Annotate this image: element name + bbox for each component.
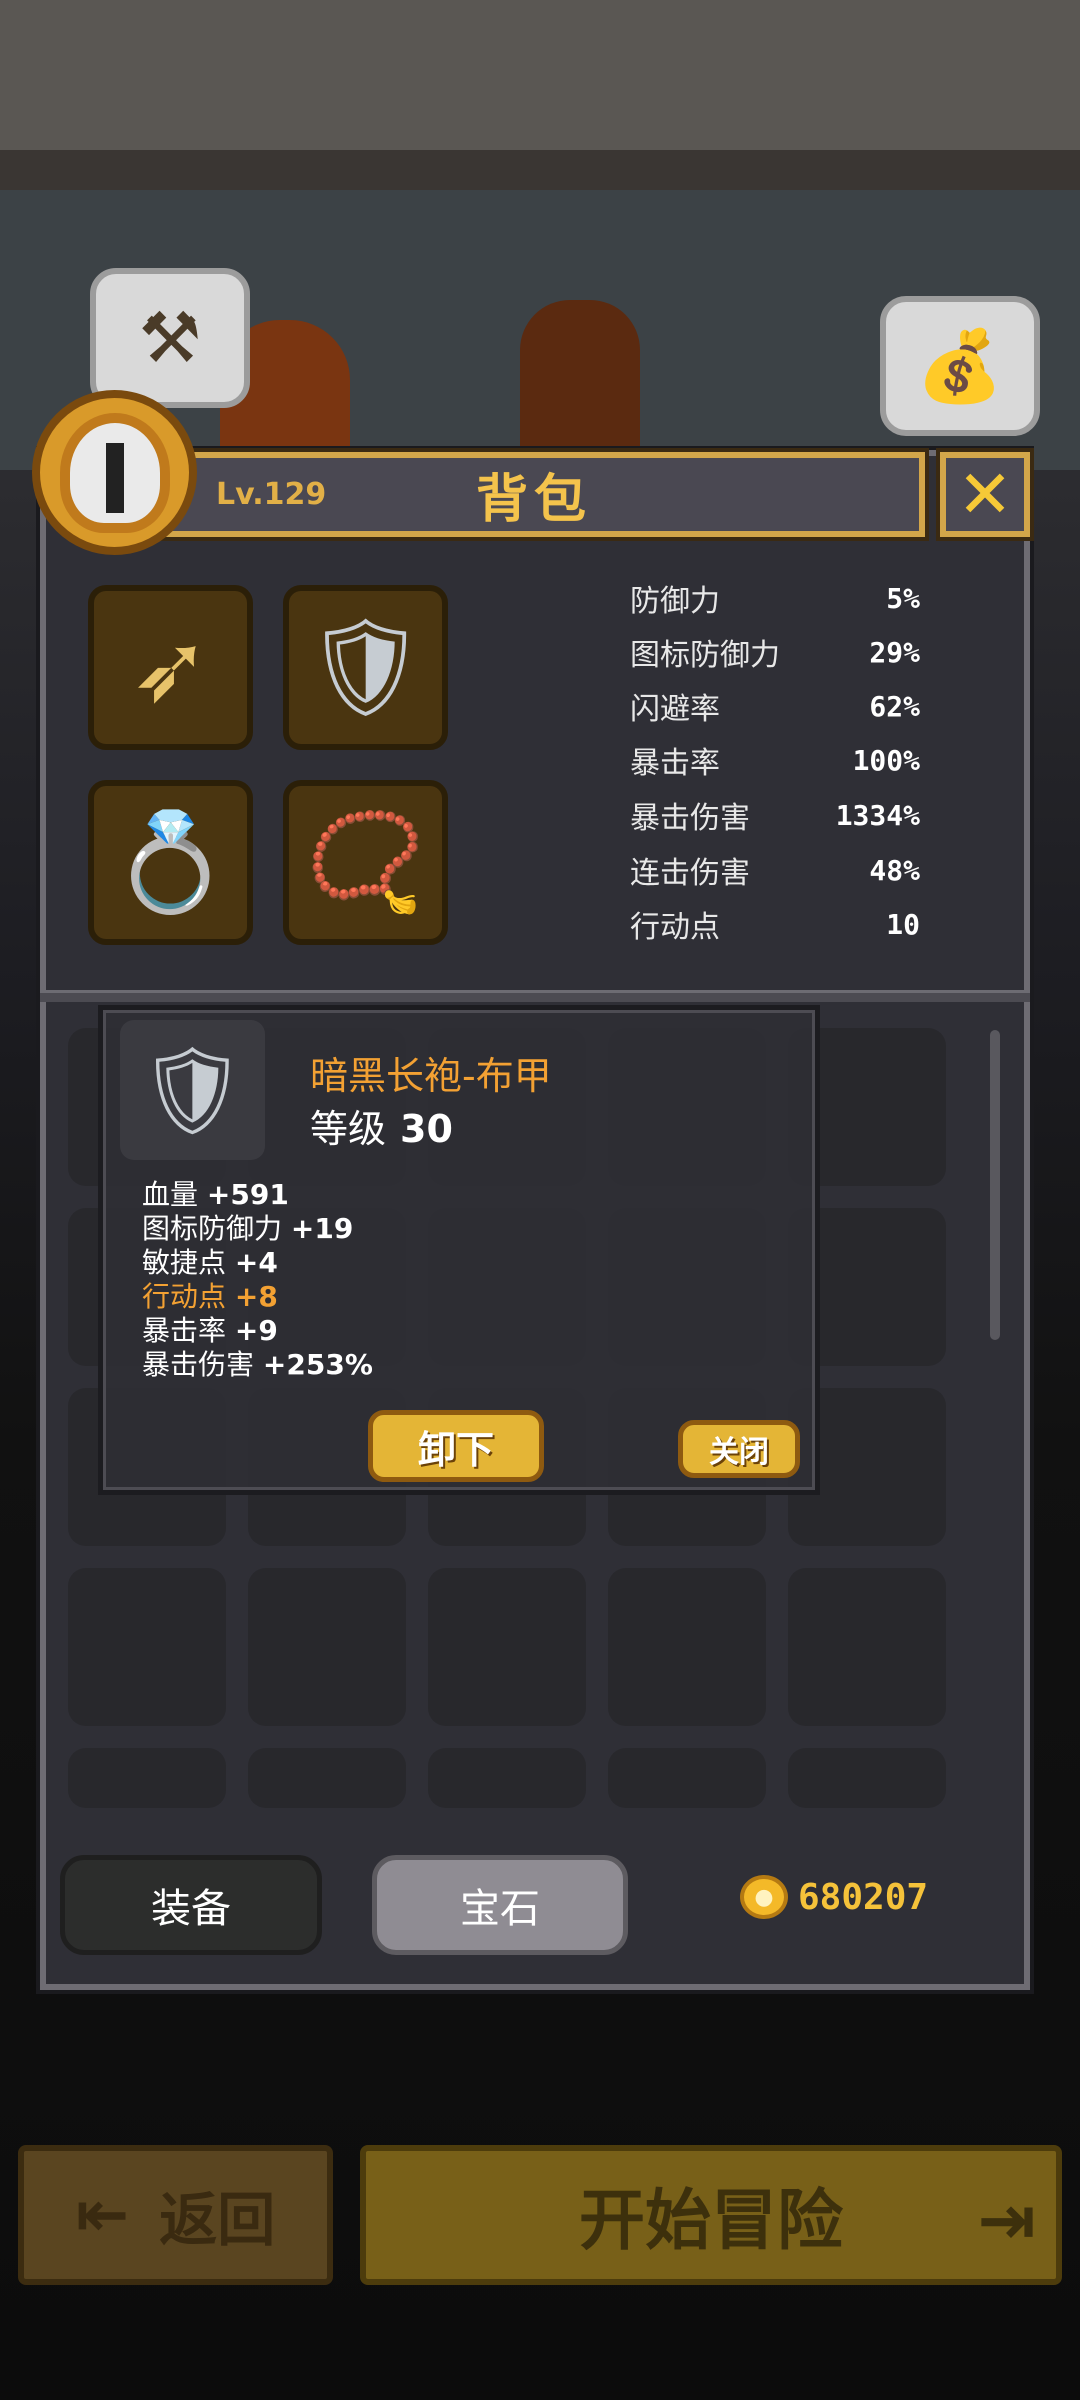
item-attribute: 暴击伤害 +253% xyxy=(142,1348,373,1382)
item-attribute: 图标防御力 +19 xyxy=(142,1212,353,1246)
inventory-slot[interactable] xyxy=(428,1748,586,1808)
stat-row: 防御力 5% xyxy=(630,578,920,620)
stat-value: 62% xyxy=(869,689,920,723)
attribute-value: +253% xyxy=(262,1348,373,1381)
attribute-value: +9 xyxy=(234,1314,278,1347)
close-panel-button[interactable]: ✕ xyxy=(940,452,1030,537)
stat-label: 暴击率 xyxy=(630,746,720,781)
blacksmith-bubble[interactable]: ⚒ xyxy=(90,268,250,408)
stat-value: 5% xyxy=(886,581,920,615)
inventory-slot[interactable] xyxy=(68,1568,226,1726)
stat-value: 29% xyxy=(869,635,920,669)
item-attribute: 血量 +591 xyxy=(142,1178,289,1212)
inventory-scrollbar[interactable] xyxy=(990,1030,1000,1340)
tooltip-close-button[interactable]: 关闭 xyxy=(678,1420,800,1478)
start-adventure-button[interactable]: 开始冒险 ⇥ xyxy=(360,2145,1062,2285)
gold-coin-icon: ● xyxy=(740,1875,788,1919)
back-button[interactable]: ⇤ 返回 xyxy=(18,2145,333,2285)
inventory-slot[interactable] xyxy=(428,1568,586,1726)
ring-slot[interactable]: 💍 xyxy=(88,780,253,945)
stat-label: 连击伤害 xyxy=(630,856,750,891)
item-level-value: 30 xyxy=(400,1107,453,1151)
page-title: 背包 xyxy=(476,470,593,530)
start-label: 开始冒险 xyxy=(579,2182,843,2259)
enter-icon: ⇥ xyxy=(977,2179,1036,2261)
attribute-label: 暴击率 xyxy=(142,1314,227,1347)
stat-value: 1334% xyxy=(835,798,920,832)
roof-beam xyxy=(0,150,1080,190)
shop-bubble[interactable]: 💰 xyxy=(880,296,1040,436)
attribute-value: +8 xyxy=(234,1280,278,1313)
inventory-slot[interactable] xyxy=(608,1748,766,1808)
avatar[interactable] xyxy=(32,390,197,555)
item-level: 等级 30 xyxy=(310,1098,453,1153)
stat-row: 连击伤害 48% xyxy=(630,850,920,892)
close-icon: ✕ xyxy=(957,456,1013,533)
stat-value: 10 xyxy=(886,907,920,941)
attribute-label: 血量 xyxy=(142,1178,199,1211)
panel-divider xyxy=(40,990,1030,1002)
stat-row: 暴击率 100% xyxy=(630,740,920,782)
stat-row: 暴击伤害 1334% xyxy=(630,795,920,837)
stat-value: 48% xyxy=(869,853,920,887)
ring-icon: 💍 xyxy=(110,806,231,918)
attribute-label: 敏捷点 xyxy=(142,1246,227,1279)
stat-value: 100% xyxy=(852,743,920,777)
inventory-slot[interactable] xyxy=(248,1568,406,1726)
stat-row: 闪避率 62% xyxy=(630,686,920,728)
knight-helmet-icon xyxy=(59,412,170,533)
stat-row: 图标防御力 29% xyxy=(630,632,920,674)
backpack-titlebar: Lv.129 背包 xyxy=(150,452,925,537)
back-label: 返回 xyxy=(159,2186,276,2254)
gold-amount: 680207 xyxy=(798,1876,929,1918)
attribute-label: 暴击伤害 xyxy=(142,1348,255,1381)
amulet-slot[interactable]: 📿 xyxy=(283,780,448,945)
stat-label: 闪避率 xyxy=(630,692,720,727)
attribute-label: 行动点 xyxy=(142,1280,227,1313)
attribute-value: +591 xyxy=(206,1178,289,1211)
exit-icon: ⇤ xyxy=(75,2178,130,2252)
inventory-slot[interactable] xyxy=(68,1748,226,1808)
chest-armor-icon: 🛡 xyxy=(304,611,427,723)
bow-icon: ➶ xyxy=(130,611,211,724)
inventory-slot[interactable] xyxy=(248,1748,406,1808)
attribute-value: +4 xyxy=(234,1246,278,1279)
item-attribute: 暴击率 +9 xyxy=(142,1314,278,1348)
gold-counter: ● 680207 xyxy=(740,1875,928,1919)
stat-label: 暴击伤害 xyxy=(630,801,750,836)
weapon-slot[interactable]: ➶ xyxy=(88,585,253,750)
inventory-slot[interactable] xyxy=(788,1748,946,1808)
hammer-icon: ⚒ xyxy=(138,297,202,379)
stat-label: 行动点 xyxy=(630,910,720,945)
unequip-button[interactable]: 卸下 xyxy=(368,1410,544,1482)
stat-label: 防御力 xyxy=(630,584,720,619)
money-bag-icon: 💰 xyxy=(916,324,1004,407)
player-level: Lv.129 xyxy=(216,477,327,512)
amulet-icon: 📿 xyxy=(305,806,426,918)
tooltip-item-icon: 🛡 xyxy=(120,1020,265,1160)
chest-armor-icon: 🛡 xyxy=(137,1040,248,1141)
stat-label: 图标防御力 xyxy=(630,638,780,673)
stat-row: 行动点 10 xyxy=(630,904,920,946)
armor-slot[interactable]: 🛡 xyxy=(283,585,448,750)
item-level-label: 等级 xyxy=(310,1107,387,1151)
inventory-slot[interactable] xyxy=(608,1568,766,1726)
inventory-slot[interactable] xyxy=(788,1568,946,1726)
item-name: 暗黑长袍-布甲 xyxy=(310,1054,552,1098)
attribute-label: 图标防御力 xyxy=(142,1212,283,1245)
item-attribute-highlighted: 行动点 +8 xyxy=(142,1280,278,1314)
attribute-value: +19 xyxy=(290,1212,354,1245)
tab-equipment[interactable]: 装备 xyxy=(60,1855,322,1955)
tab-gems[interactable]: 宝石 xyxy=(372,1855,628,1955)
item-attribute: 敏捷点 +4 xyxy=(142,1246,278,1280)
